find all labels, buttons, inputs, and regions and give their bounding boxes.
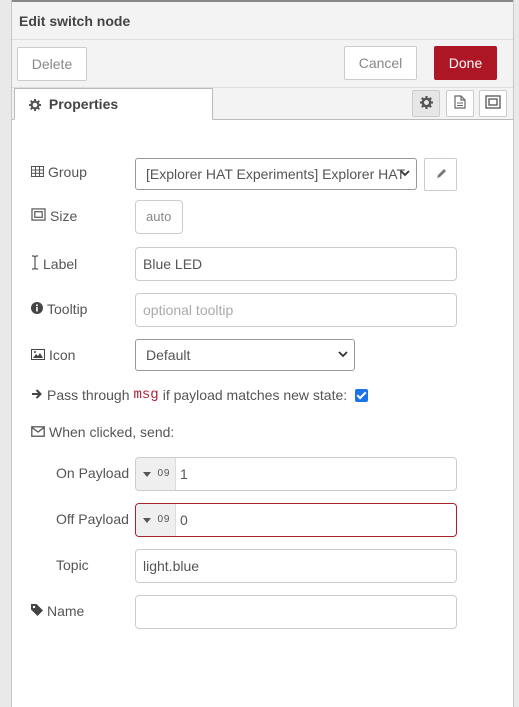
tooltip-input[interactable]: optional tooltip xyxy=(135,293,457,327)
envelope-icon xyxy=(31,424,45,440)
edit-group-button[interactable] xyxy=(424,158,457,191)
number-icon: 0 9 xyxy=(157,514,170,525)
label-label: Label xyxy=(31,255,77,273)
size-label: Size xyxy=(31,208,77,224)
name-input[interactable] xyxy=(135,595,457,629)
group-label: Group xyxy=(31,164,87,180)
tab-properties-label: Properties xyxy=(48,96,119,112)
delete-button[interactable]: Delete xyxy=(17,47,87,81)
topic-label: Topic xyxy=(56,557,89,573)
tray-title: Edit switch node xyxy=(12,2,513,40)
tooltip-label: Tooltip xyxy=(31,301,87,317)
caret-down-icon xyxy=(142,458,151,490)
label-input[interactable]: Blue LED xyxy=(135,247,457,281)
table-icon xyxy=(31,164,44,180)
arrow-right-icon xyxy=(31,387,43,403)
msg-code: msg xyxy=(133,387,159,403)
tab-appearance[interactable] xyxy=(479,90,507,117)
topic-input[interactable]: light.blue xyxy=(135,549,457,583)
frame-icon xyxy=(485,95,501,112)
off-payload-input[interactable]: 0 9 0 xyxy=(135,503,457,537)
pass-through-label: Pass through msg if payload matches new … xyxy=(31,387,369,403)
scrollbar[interactable] xyxy=(513,0,519,707)
text-cursor-icon xyxy=(31,255,39,273)
pencil-icon xyxy=(435,167,447,183)
when-clicked-label: When clicked, send: xyxy=(31,424,174,440)
edit-tray: Edit switch node Delete Cancel Done Prop… xyxy=(12,2,513,707)
frame-icon xyxy=(31,208,46,224)
chevron-down-icon xyxy=(338,340,348,370)
left-panel-edge xyxy=(0,0,12,707)
tab-properties[interactable]: Properties xyxy=(14,88,213,120)
info-circle-icon xyxy=(31,301,43,317)
group-select[interactable]: [Explorer HAT Experiments] Explorer HAT xyxy=(135,158,417,190)
off-payload-type-button[interactable]: 0 9 xyxy=(136,504,176,536)
name-label: Name xyxy=(31,603,84,619)
on-payload-input[interactable]: 0 9 1 xyxy=(135,457,457,491)
tag-icon xyxy=(31,603,43,619)
gear-icon xyxy=(419,95,433,112)
document-icon xyxy=(454,95,466,112)
icon-label: Icon xyxy=(31,347,75,363)
chevron-down-icon xyxy=(400,159,410,189)
size-button[interactable]: auto xyxy=(135,200,183,234)
on-payload-label: On Payload xyxy=(56,465,130,481)
tabs-bar: Properties xyxy=(12,88,513,120)
cancel-button[interactable]: Cancel xyxy=(344,46,417,80)
on-payload-type-button[interactable]: 0 9 xyxy=(136,458,176,490)
off-payload-value: 0 xyxy=(180,512,188,528)
number-icon: 0 9 xyxy=(157,468,170,479)
group-select-value: [Explorer HAT Experiments] Explorer HAT xyxy=(146,166,406,182)
image-icon xyxy=(31,347,45,363)
off-payload-label: Off Payload xyxy=(56,511,129,527)
pass-through-checkbox[interactable] xyxy=(355,388,369,402)
tab-properties-icon-button[interactable] xyxy=(412,90,440,117)
on-payload-value: 1 xyxy=(180,466,188,482)
caret-down-icon xyxy=(142,504,151,536)
done-button[interactable]: Done xyxy=(434,46,497,80)
icon-select[interactable]: Default xyxy=(135,339,355,371)
gear-icon xyxy=(29,96,49,112)
tab-description[interactable] xyxy=(446,90,474,117)
tray-toolbar: Delete Cancel Done xyxy=(12,40,513,88)
icon-select-value: Default xyxy=(146,347,191,363)
